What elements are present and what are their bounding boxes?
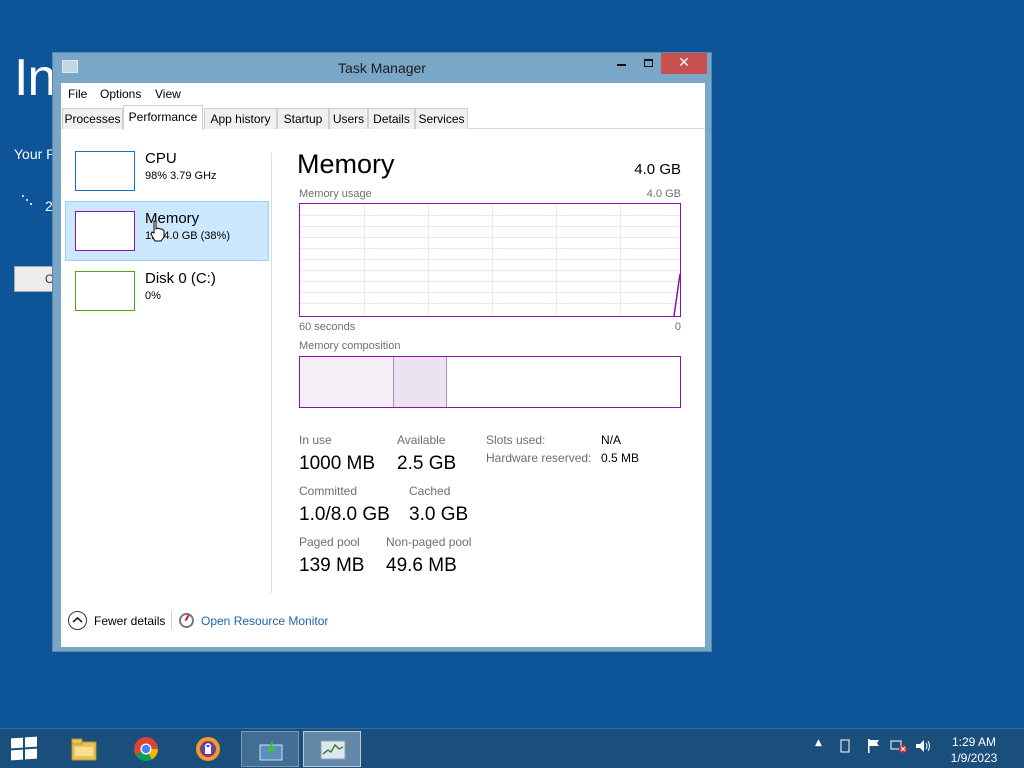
memory-thumbnail: [75, 211, 135, 251]
resource-name: Disk 0 (C:): [145, 270, 216, 287]
taskbar-browser[interactable]: [179, 731, 237, 767]
hardware-reserved-value: 0.5 MB: [601, 451, 640, 465]
minimize-button[interactable]: [608, 53, 635, 74]
start-button[interactable]: [11, 736, 37, 761]
resource-cpu[interactable]: CPU 98% 3.79 GHz: [65, 141, 269, 201]
resource-memory[interactable]: Memory 1.0/4.0 GB (38%): [65, 201, 269, 261]
menu-options[interactable]: Options: [100, 87, 141, 101]
browser-icon: [196, 737, 220, 761]
memory-total: 4.0 GB: [634, 161, 681, 178]
maximize-icon: [643, 59, 653, 67]
background-heading: In: [14, 49, 56, 107]
spinner-icon: [22, 195, 34, 207]
panel-divider: [271, 153, 272, 593]
show-hidden-icons-button[interactable]: ▲: [815, 738, 822, 748]
action-center-flag-icon[interactable]: [866, 738, 882, 754]
slots-used-label: Slots used:: [486, 433, 546, 447]
stat-committed-value: 1.0/8.0 GB: [299, 504, 390, 525]
composition-modified: [394, 357, 447, 407]
background-subtitle: Your P: [14, 146, 56, 162]
stat-cached-value: 3.0 GB: [409, 504, 469, 525]
open-resource-monitor-link[interactable]: Open Resource Monitor: [201, 614, 328, 628]
taskbar-file-explorer[interactable]: [55, 731, 113, 767]
chevron-up-icon: [72, 616, 83, 623]
clock-time: 1:29 AM: [951, 735, 997, 749]
minimize-icon: [617, 64, 626, 66]
stat-committed-label: Committed: [299, 484, 358, 498]
footer-separator: [171, 611, 172, 629]
memory-usage-line: [673, 273, 680, 316]
file-explorer-icon: [71, 738, 97, 761]
task-manager-window: Task Manager ✕ File Options View Process…: [52, 52, 712, 652]
stat-available-value: 2.5 GB: [397, 453, 457, 474]
stat-non-paged-pool-value: 49.6 MB: [386, 555, 457, 576]
stat-non-paged-pool-label: Non-paged pool: [386, 535, 472, 549]
resource-disk[interactable]: Disk 0 (C:) 0%: [65, 261, 269, 321]
stat-paged-pool-label: Paged pool: [299, 535, 360, 549]
resource-detail: 98% 3.79 GHz: [145, 170, 217, 182]
task-manager-icon: [320, 740, 346, 760]
tab-performance[interactable]: Performance: [123, 105, 203, 130]
slots-used-value: N/A: [601, 433, 622, 447]
resource-name: CPU: [145, 150, 177, 167]
memory-composition-bar: [299, 356, 681, 408]
close-button[interactable]: ✕: [661, 53, 707, 74]
composition-in-use: [300, 357, 394, 407]
title-bar[interactable]: Task Manager ✕: [53, 53, 711, 83]
stat-paged-pool-value: 139 MB: [299, 555, 365, 576]
memory-usage-max: 4.0 GB: [646, 188, 681, 200]
taskbar: ▲ 1:29 AM 1/9/2023: [0, 728, 1024, 768]
window-client: File Options View Processes Performance …: [61, 83, 705, 647]
resource-monitor-icon: [179, 613, 194, 628]
disk-thumbnail: [75, 271, 135, 311]
graph-time-start: 60 seconds: [299, 321, 356, 333]
page-title: Memory: [297, 149, 395, 179]
tab-startup[interactable]: Startup: [277, 108, 329, 129]
taskbar-clock[interactable]: 1:29 AM 1/9/2023: [946, 734, 1002, 766]
tab-details[interactable]: Details: [368, 108, 415, 129]
tab-processes[interactable]: Processes: [62, 108, 123, 129]
taskbar-task-manager[interactable]: [303, 731, 361, 767]
menu-bar: File Options View: [61, 83, 705, 105]
menu-view[interactable]: View: [155, 87, 181, 101]
menu-file[interactable]: File: [68, 87, 87, 101]
tab-users[interactable]: Users: [329, 108, 368, 129]
memory-usage-label: Memory usage: [299, 188, 372, 200]
taskbar-setup[interactable]: [241, 731, 299, 767]
maximize-button[interactable]: [635, 53, 661, 74]
hand-cursor-icon: [150, 220, 165, 242]
graph-time-end: 0: [674, 321, 681, 333]
window-footer: Fewer details Open Resource Monitor: [61, 603, 705, 643]
setup-icon: [259, 739, 283, 761]
tab-services[interactable]: Services: [415, 108, 468, 129]
hardware-reserved-label: Hardware reserved:: [486, 451, 592, 465]
fewer-details-label[interactable]: Fewer details: [94, 614, 165, 628]
network-disconnected-icon[interactable]: [890, 738, 908, 754]
fewer-details-button[interactable]: [68, 611, 87, 630]
stat-in-use-label: In use: [299, 433, 332, 447]
close-icon: ✕: [678, 55, 690, 71]
taskbar-chrome[interactable]: [117, 731, 175, 767]
stat-cached-label: Cached: [409, 484, 451, 498]
cpu-thumbnail: [75, 151, 135, 191]
memory-usage-graph: [299, 203, 681, 317]
stat-available-label: Available: [397, 433, 446, 447]
tab-strip: Processes Performance App history Startu…: [61, 105, 705, 130]
volume-icon[interactable]: [914, 738, 932, 754]
network-tray-icon[interactable]: [838, 738, 852, 754]
chrome-icon: [134, 737, 158, 762]
clock-date: 1/9/2023: [950, 751, 998, 765]
resource-detail: 0%: [145, 290, 161, 302]
memory-composition-label: Memory composition: [299, 340, 401, 352]
stat-in-use-value: 1000 MB: [299, 453, 376, 474]
tab-app-history[interactable]: App history: [204, 108, 277, 129]
